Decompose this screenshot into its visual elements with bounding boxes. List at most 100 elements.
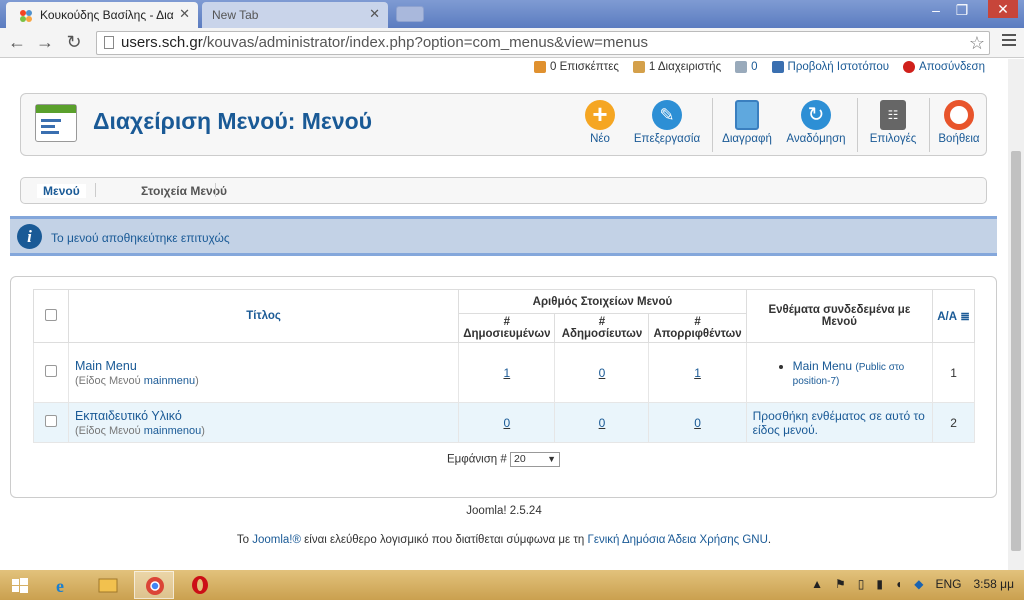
edit-button[interactable]: ✎ Επεξεργασία [632,100,702,152]
messages-status[interactable]: 0 [735,61,758,73]
tab-joomla-admin[interactable]: Κουκούδης Βασίλης - Δια ✕ [6,2,198,28]
footer-text: Το Joomla!® είναι ελεύθερο λογισμικό που… [0,534,1008,546]
select-all-checkbox[interactable] [44,308,57,321]
dropbox-icon[interactable]: ◆ [914,577,923,591]
unpublished-count[interactable]: 0 [554,342,650,403]
close-window-icon[interactable]: ✕ [988,0,1018,18]
delete-button[interactable]: Διαγραφή [721,100,773,152]
trashed-count[interactable]: 1 [648,342,747,403]
menu-type-label: (Είδος Μενού [74,424,144,437]
back-icon[interactable]: ← [6,32,28,53]
column-header-published: # Δημοσιευμένων [458,313,556,343]
volume-icon[interactable]: ◖ [895,577,902,591]
trashed-count[interactable]: 0 [648,402,747,443]
new-tab-button[interactable] [396,6,424,22]
add-module-link[interactable]: Προσθήκη ενθέματος σε αυτό το είδος μενο… [753,409,925,437]
row-checkbox[interactable] [44,365,57,377]
visitors-label: 0 Επισκέπτες [550,61,619,73]
forward-icon[interactable]: → [34,32,56,53]
license-link[interactable]: Γενική Δημόσια Άδεια Χρήσης GNU [587,534,767,546]
published-count[interactable]: 1 [458,342,556,403]
admins-label: 1 Διαχειριστής [648,61,722,73]
joomla-icon [20,10,32,22]
menu-type-close: ) [201,424,205,437]
page-viewport: 0 Επισκέπτες 1 Διαχειριστής 0 Προβολή Ισ… [0,59,1008,570]
network-adapter-icon[interactable]: ▯ [858,577,865,591]
id-header-label: Α/Α [937,311,958,323]
signal-icon[interactable]: ▮ [876,577,883,591]
published-link[interactable]: 0 [503,416,510,430]
limit-select[interactable]: 20 ▼ [510,452,560,467]
menu-title-link[interactable]: Εκπαιδευτικό Υλικό [75,409,182,423]
module-list-item: Main Menu (Public στο position-7) [793,359,926,387]
opera-icon[interactable] [180,571,220,599]
help-button[interactable]: Βοήθεια [935,100,983,152]
internet-explorer-icon[interactable]: e [44,571,84,599]
file-explorer-icon[interactable] [88,571,128,599]
tab-new-tab[interactable]: New Tab ✕ [202,2,388,28]
logout-label[interactable]: Αποσύνδεση [919,61,985,73]
row-select-cell [33,402,69,443]
column-group-count: Αριθμός Στοιχείων Μενού [458,289,747,314]
joomla-link[interactable]: Joomla!® [252,534,301,546]
column-header-title[interactable]: Τίτλος [67,289,460,343]
flag-icon[interactable]: ⚑ [835,577,846,591]
maximize-icon[interactable]: ❐ [950,2,974,19]
menus-table: Τίτλος Αριθμός Στοιχείων Μενού Ενθέματα … [33,289,975,443]
lifebuoy-icon [944,100,974,130]
reload-icon[interactable]: ↻ [63,32,85,53]
view-site-link[interactable]: Προβολή Ιστοτόπου [771,61,890,73]
plus-icon: + [585,100,615,130]
trashed-link[interactable]: 0 [694,416,701,430]
row-checkbox[interactable] [44,415,57,427]
rebuild-label: Αναδόμηση [786,133,846,145]
message-icon [735,61,748,73]
new-button[interactable]: + Νέο [578,100,622,152]
chrome-menu-icon[interactable] [1002,34,1016,49]
menu-title-link[interactable]: Main Menu [75,359,137,373]
unpublished-count[interactable]: 0 [554,402,650,443]
tab-label: New Tab [212,8,259,22]
footer-middle: είναι ελεύθερο λογισμικό που διατίθεται … [300,534,588,546]
minimize-icon[interactable]: – [924,2,948,18]
close-tab-icon[interactable]: ✕ [179,3,190,25]
rebuild-button[interactable]: ↻ Αναδόμηση [785,100,847,152]
dropdown-arrow-icon: ▼ [547,454,556,464]
view-site-label[interactable]: Προβολή Ιστοτόπου [788,61,890,73]
visitors-status: 0 Επισκέπτες [534,61,619,73]
monitor-icon [771,61,784,73]
svg-text:e: e [56,576,64,596]
browser-toolbar: ← → ↻ users.sch.gr/kouvas/administrator/… [0,28,1024,58]
show-hidden-icons-icon[interactable]: ▲ [811,577,823,591]
submenu-item-menus[interactable]: Μενού [37,184,86,198]
new-label: Νέο [590,133,610,145]
unpublished-link[interactable]: 0 [599,366,606,380]
trashed-link[interactable]: 1 [694,366,701,380]
module-link[interactable]: Main Menu [793,359,852,373]
address-bar[interactable]: users.sch.gr/kouvas/administrator/index.… [96,31,990,55]
chrome-taskbar-icon[interactable] [134,571,174,599]
close-tab-icon[interactable]: ✕ [369,3,380,25]
vertical-scrollbar[interactable] [1008,59,1024,570]
title-cell: Main Menu (Είδος Μενού mainmenu) [67,342,460,403]
unpublished-link[interactable]: 0 [599,416,606,430]
info-icon: i [17,224,42,249]
options-button[interactable]: ☷ Επιλογές [865,100,921,152]
scroll-thumb[interactable] [1011,151,1021,551]
windows-start-icon[interactable] [0,571,40,599]
users-icon [534,61,546,73]
url-host: users.sch.gr [121,34,203,51]
delete-label: Διαγραφή [722,133,772,145]
bookmark-star-icon[interactable]: ☆ [969,32,985,54]
published-count[interactable]: 0 [458,402,556,443]
keyboard-language[interactable]: ENG [935,577,961,591]
limit-label: Εμφάνιση # [447,453,507,466]
published-link[interactable]: 1 [503,366,510,380]
page-header: Διαχείριση Μενού: Μενού + Νέο ✎ Επεξεργα… [20,93,987,156]
messages-count[interactable]: 0 [751,61,757,73]
title-cell: Εκπαιδευτικό Υλικό (Είδος Μενού mainmeno… [67,402,460,443]
menu-type-label: (Είδος Μενού [74,374,144,387]
clock[interactable]: 3:58 μμ [973,577,1014,591]
logout-link[interactable]: Αποσύνδεση [903,61,985,73]
column-header-id[interactable]: Α/Α ≣ [932,289,975,343]
